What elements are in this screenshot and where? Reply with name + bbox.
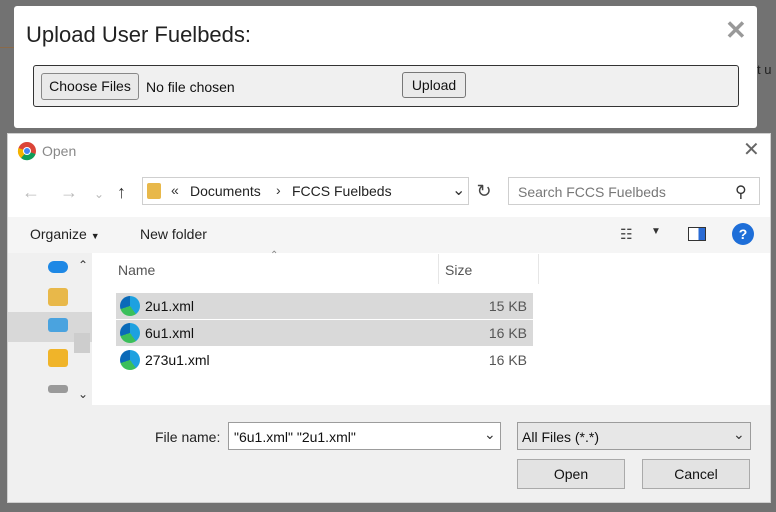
no-file-chosen-text: No file chosen <box>146 79 235 95</box>
file-type-value: All Files (*.*) <box>522 429 600 445</box>
user-folder-icon[interactable] <box>48 288 68 306</box>
close-icon[interactable]: ✕ <box>725 17 747 43</box>
breadcrumb-separator: › <box>276 182 281 198</box>
new-folder-button[interactable]: New folder <box>140 226 207 242</box>
arrow-right-icon[interactable]: → <box>60 183 78 201</box>
scroll-down-icon[interactable]: ⌄ <box>78 387 88 401</box>
choose-files-button[interactable]: Choose Files <box>41 73 139 100</box>
chevron-down-icon: ⌄ <box>733 426 745 442</box>
refresh-icon[interactable]: ↻ <box>472 179 496 203</box>
chevron-down-icon[interactable]: ⌄ <box>484 426 496 443</box>
chevron-down-icon[interactable]: ⌄ <box>452 180 465 200</box>
dialog-toolbar: Organize ▼ New folder ☷ ▼ ? <box>8 217 770 253</box>
open-button[interactable]: Open <box>517 459 625 489</box>
file-size: 16 KB <box>488 325 527 341</box>
chevron-down-icon[interactable]: ⌄ <box>94 185 104 203</box>
scroll-up-icon[interactable]: ⌃ <box>78 258 88 272</box>
file-name: 273u1.xml <box>145 352 210 368</box>
drive-icon[interactable] <box>48 385 68 393</box>
column-header-name[interactable]: Name <box>118 262 155 278</box>
file-name: 6u1.xml <box>145 325 195 341</box>
this-pc-icon[interactable] <box>48 318 68 332</box>
organize-label: Organize <box>30 226 87 242</box>
preview-pane-icon[interactable] <box>688 227 706 241</box>
file-name-label: File name: <box>155 429 221 445</box>
search-placeholder: Search FCCS Fuelbeds <box>518 184 666 200</box>
modal-title: Upload User Fuelbeds: <box>26 22 252 47</box>
file-name-input[interactable]: "6u1.xml" "2u1.xml" ⌄ <box>228 422 501 450</box>
file-row[interactable]: 2u1.xml 15 KB <box>116 293 533 319</box>
navigation-pane: ⌃ ⌄ <box>8 253 92 405</box>
breadcrumb-documents[interactable]: Documents <box>190 183 261 199</box>
file-size: 16 KB <box>488 352 527 368</box>
open-file-dialog: Open ✕ ← → ⌄ ↑ « Documents › FCCS Fuelbe… <box>7 133 771 503</box>
address-bar[interactable]: « Documents › FCCS Fuelbeds ⌄ <box>142 177 469 205</box>
caret-down-icon[interactable]: ▼ <box>651 226 661 237</box>
help-icon[interactable]: ? <box>732 223 754 245</box>
close-icon[interactable]: ✕ <box>743 140 760 160</box>
upload-modal: Upload User Fuelbeds: ✕ Choose Files No … <box>14 6 757 128</box>
background-divider <box>0 47 14 48</box>
edge-file-icon <box>120 296 140 316</box>
view-options-icon[interactable]: ☷ <box>620 226 633 243</box>
column-divider[interactable] <box>538 254 539 284</box>
cancel-button[interactable]: Cancel <box>642 459 750 489</box>
folder-icon[interactable] <box>48 349 68 367</box>
edge-file-icon <box>120 323 140 343</box>
edge-file-icon <box>120 350 140 370</box>
column-header-size[interactable]: Size <box>445 262 472 278</box>
column-divider[interactable] <box>438 254 439 284</box>
folder-icon <box>147 183 161 199</box>
arrow-up-icon[interactable]: ↑ <box>117 183 126 201</box>
file-name: 2u1.xml <box>145 298 195 314</box>
dialog-footer: File name: "6u1.xml" "2u1.xml" ⌄ All Fil… <box>8 405 770 502</box>
dialog-title: Open <box>42 143 77 159</box>
organize-menu[interactable]: Organize ▼ <box>30 226 100 242</box>
search-input[interactable]: Search FCCS Fuelbeds ⚲ <box>508 177 760 205</box>
breadcrumb-overflow[interactable]: « <box>171 182 179 198</box>
search-icon[interactable]: ⚲ <box>735 182 747 202</box>
sort-caret-icon: ⌃ <box>270 250 279 261</box>
file-upload-field: Choose Files No file chosen Upload <box>33 65 739 107</box>
scrollbar-thumb[interactable] <box>74 333 90 353</box>
background-peek-text: t u <box>757 62 772 77</box>
arrow-left-icon[interactable]: ← <box>22 183 40 201</box>
caret-down-icon: ▼ <box>90 231 100 241</box>
breadcrumb-fccs-fuelbeds[interactable]: FCCS Fuelbeds <box>292 183 392 199</box>
file-row[interactable]: 6u1.xml 16 KB <box>116 320 533 346</box>
upload-button[interactable]: Upload <box>402 72 466 98</box>
file-name-value: "6u1.xml" "2u1.xml" <box>234 429 356 445</box>
file-size: 15 KB <box>488 298 527 314</box>
file-type-select[interactable]: All Files (*.*) ⌄ <box>517 422 751 450</box>
onedrive-icon[interactable] <box>48 261 68 273</box>
chrome-icon <box>17 142 36 161</box>
file-row[interactable]: 273u1.xml 16 KB <box>116 347 533 373</box>
